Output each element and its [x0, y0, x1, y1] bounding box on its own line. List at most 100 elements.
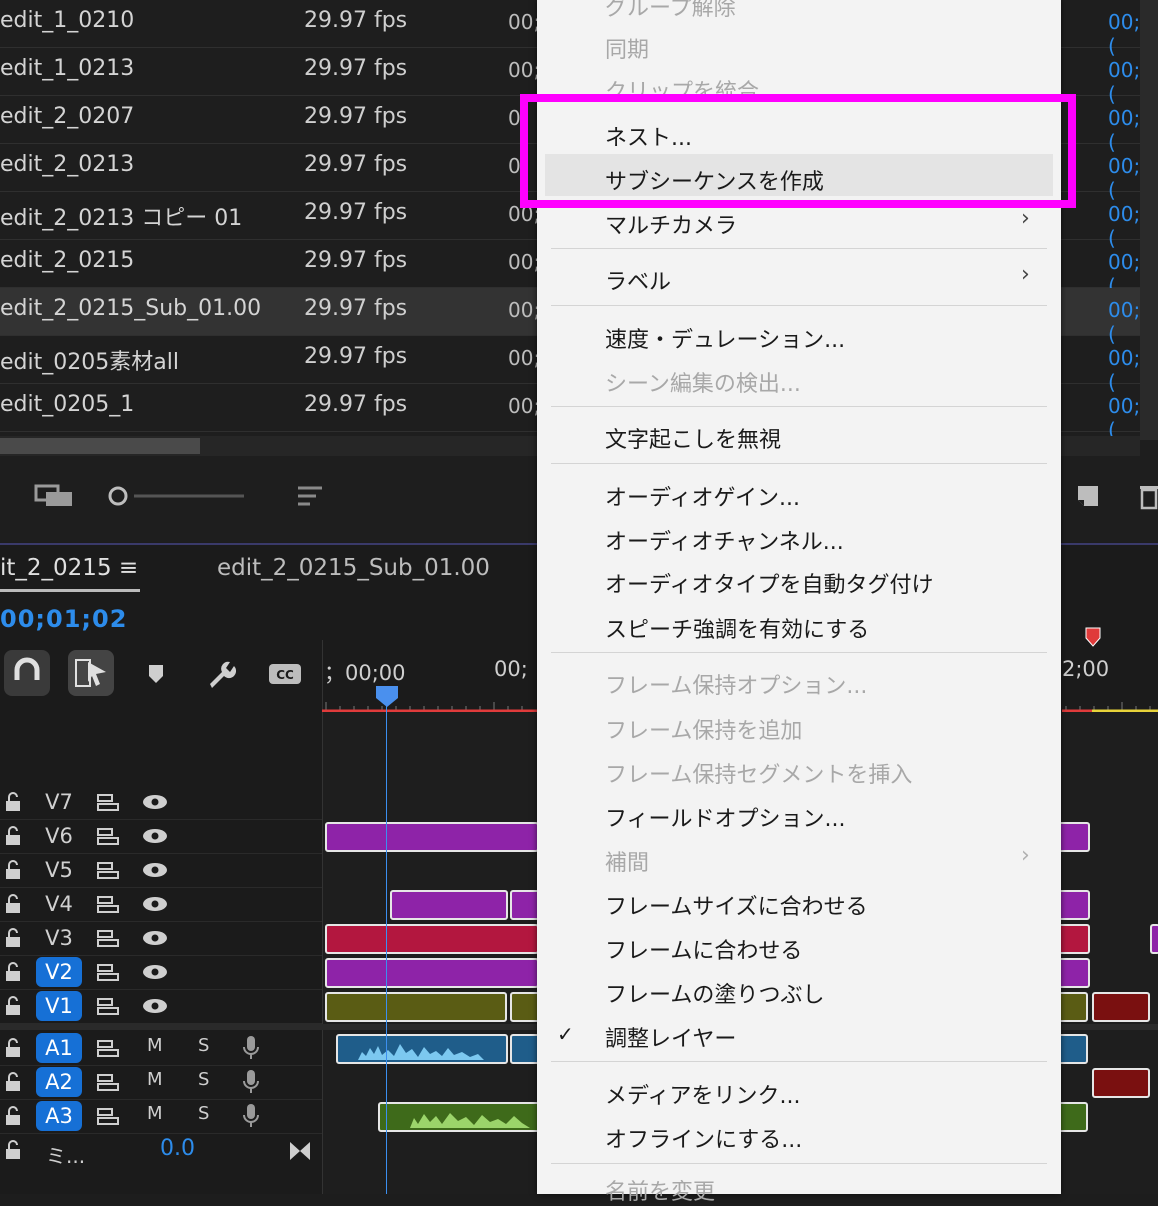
sync-lock-icon[interactable] [96, 1072, 120, 1092]
menu-item-add-frame-hold[interactable]: フレーム保持を追加 [605, 713, 802, 745]
video-clip[interactable] [390, 890, 508, 920]
eye-icon[interactable] [142, 998, 168, 1014]
microphone-icon[interactable] [242, 1035, 260, 1061]
wrench-icon[interactable] [204, 658, 236, 690]
audio-clip[interactable] [1058, 1034, 1088, 1064]
sync-lock-icon[interactable] [96, 962, 120, 982]
lock-icon[interactable] [4, 1106, 22, 1126]
zoom-slider[interactable] [106, 484, 246, 508]
lock-icon[interactable] [4, 826, 22, 846]
playhead-line[interactable] [386, 700, 387, 1194]
sync-lock-icon[interactable] [96, 826, 120, 846]
video-clip[interactable] [1058, 958, 1090, 988]
audio-clip[interactable] [378, 1102, 540, 1132]
eye-icon[interactable] [142, 828, 168, 844]
audio-clip[interactable] [336, 1034, 508, 1064]
menu-item-frame-hold-options[interactable]: フレーム保持オプション... [605, 668, 867, 700]
menu-item-make-offline[interactable]: オフラインにする... [605, 1122, 802, 1154]
playhead-timecode[interactable]: 00;01;02 [0, 605, 127, 633]
track-target-v7[interactable]: V7 [36, 787, 82, 817]
eye-icon[interactable] [142, 930, 168, 946]
track-target-a3[interactable]: A3 [36, 1101, 82, 1131]
eye-icon[interactable] [142, 794, 168, 810]
video-clip[interactable] [1058, 992, 1088, 1022]
video-clip[interactable] [325, 958, 539, 988]
mute-button[interactable]: M [147, 1035, 163, 1056]
menu-item-time-interpolation[interactable]: 補間 [605, 845, 649, 877]
track-target-v3[interactable]: V3 [36, 923, 82, 953]
sort-icon[interactable] [296, 484, 324, 508]
sync-lock-icon[interactable] [96, 1038, 120, 1058]
horizontal-scrollbar-thumb[interactable] [0, 438, 200, 454]
audio-clip[interactable] [1092, 1068, 1150, 1098]
tab-sequence-edit-2-0215[interactable]: it_2_0215 ≡ [0, 555, 138, 581]
menu-item-field-options[interactable]: フィールドオプション... [605, 801, 846, 833]
track-target-v6[interactable]: V6 [36, 821, 82, 851]
linked-selection-button[interactable] [68, 650, 114, 696]
lock-icon[interactable] [4, 860, 22, 880]
solo-button[interactable]: S [198, 1069, 209, 1090]
menu-item-scene-edit-detection[interactable]: シーン編集の検出... [605, 366, 801, 398]
menu-item-speed-duration[interactable]: 速度・デュレーション... [605, 322, 845, 354]
sync-lock-icon[interactable] [96, 996, 120, 1016]
lock-icon[interactable] [4, 1038, 22, 1058]
solo-button[interactable]: S [198, 1103, 209, 1124]
mute-button[interactable]: M [147, 1103, 163, 1124]
add-marker-icon[interactable] [146, 662, 166, 686]
menu-item-rename[interactable]: 名前を変更 [605, 1174, 715, 1206]
video-clip[interactable] [1092, 992, 1150, 1022]
sync-lock-icon[interactable] [96, 860, 120, 880]
menu-item-adjustment-layer[interactable]: 調整レイヤー [605, 1021, 736, 1053]
track-target-a1[interactable]: A1 [36, 1033, 82, 1063]
track-target-a2[interactable]: A2 [36, 1067, 82, 1097]
video-clip[interactable] [325, 924, 539, 954]
lock-icon[interactable] [4, 894, 22, 914]
captions-icon[interactable]: CC [268, 662, 302, 686]
video-clip[interactable] [1058, 890, 1090, 920]
mix-volume-value[interactable]: 0.0 [160, 1136, 195, 1161]
lock-icon[interactable] [4, 928, 22, 948]
menu-item-synchronize[interactable]: 同期 [605, 32, 649, 64]
solo-button[interactable]: S [198, 1035, 209, 1056]
track-target-v2[interactable]: V2 [36, 957, 82, 987]
tab-sequence-sub[interactable]: edit_2_0215_Sub_01.00 [217, 555, 490, 581]
menu-item-enhance-speech[interactable]: スピーチ強調を有効にする [605, 612, 869, 644]
menu-item-ignore-transcript[interactable]: 文字起こしを無視 [605, 422, 781, 454]
sync-lock-icon[interactable] [96, 1106, 120, 1126]
playhead-handle-icon[interactable] [375, 684, 399, 708]
video-clip[interactable] [325, 822, 539, 852]
menu-item-auto-tag-audio[interactable]: オーディオタイプを自動タグ付け [605, 567, 933, 599]
audio-clip[interactable] [510, 1034, 540, 1064]
track-target-v1[interactable]: V1 [36, 991, 82, 1021]
menu-item-link-media[interactable]: メディアをリンク... [605, 1078, 800, 1110]
eye-icon[interactable] [142, 964, 168, 980]
track-target-v5[interactable]: V5 [36, 855, 82, 885]
lock-icon[interactable] [4, 962, 22, 982]
new-item-icon[interactable] [1076, 484, 1100, 508]
menu-item-set-to-frame-size[interactable]: フレームサイズに合わせる [605, 889, 868, 921]
microphone-icon[interactable] [242, 1069, 260, 1095]
lock-icon[interactable] [4, 792, 22, 812]
video-clip[interactable] [325, 992, 507, 1022]
menu-item-ungroup[interactable]: グループ解除 [605, 0, 736, 22]
video-clip[interactable] [510, 992, 540, 1022]
lock-icon[interactable] [4, 1140, 22, 1160]
menu-item-label[interactable]: ラベル [605, 264, 671, 296]
video-clip[interactable] [1150, 924, 1158, 954]
menu-item-scale-to-frame[interactable]: フレームに合わせる [605, 933, 802, 965]
lock-icon[interactable] [4, 1072, 22, 1092]
vertical-scrollbar[interactable] [1140, 0, 1158, 440]
video-clip[interactable] [510, 890, 540, 920]
go-to-in-out-icon[interactable] [288, 1140, 312, 1162]
video-clip[interactable] [1058, 924, 1090, 954]
freeform-view-icon[interactable] [34, 484, 74, 508]
trash-icon[interactable] [1138, 482, 1158, 510]
audio-clip[interactable] [1058, 1102, 1088, 1132]
menu-item-audio-channels[interactable]: オーディオチャンネル... [605, 524, 844, 556]
menu-item-multicamera[interactable]: マルチカメラ [605, 208, 737, 240]
mute-button[interactable]: M [147, 1069, 163, 1090]
lock-icon[interactable] [4, 996, 22, 1016]
menu-item-audio-gain[interactable]: オーディオゲイン... [605, 480, 800, 512]
menu-item-insert-frame-hold[interactable]: フレーム保持セグメントを挿入 [605, 757, 912, 789]
video-clip[interactable] [1058, 822, 1090, 852]
